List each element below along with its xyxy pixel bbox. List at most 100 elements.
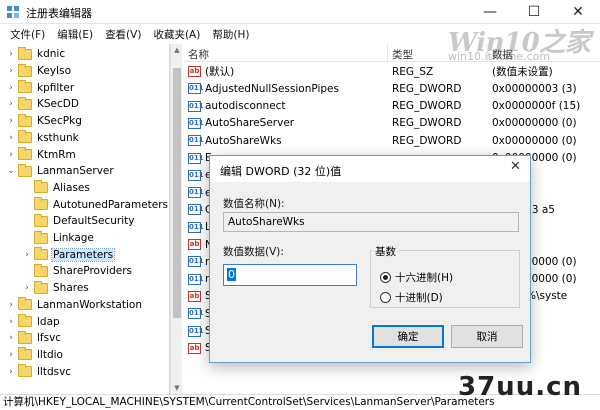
tree-item[interactable]: › KtmRm <box>6 146 77 163</box>
menu-item[interactable]: 收藏夹(A) <box>147 27 206 42</box>
tree-item-label: KSecPkg <box>37 115 82 128</box>
chevron-right-icon[interactable]: › <box>6 333 16 343</box>
chevron-right-icon[interactable]: › <box>6 99 16 109</box>
menu-item[interactable]: 编辑(E) <box>51 27 99 42</box>
value-data-input[interactable]: 0 <box>223 264 357 286</box>
ok-button[interactable]: 确定 <box>372 325 444 348</box>
chevron-right-icon[interactable]: › <box>6 133 16 143</box>
tree-item[interactable]: › lltdsvc <box>6 363 72 380</box>
tree-item-label: kdnic <box>37 48 66 61</box>
chevron-right-icon[interactable]: › <box>6 66 16 76</box>
chevron-right-icon[interactable]: › <box>6 83 16 93</box>
binary-value-icon: 011 <box>188 187 204 199</box>
column-header-name[interactable]: 名称 <box>188 47 209 62</box>
cell-type: REG_DWORD <box>392 100 462 113</box>
radio-dec-circle[interactable] <box>380 292 391 303</box>
tree-item[interactable]: DefaultSecurity <box>22 213 135 230</box>
menu-item[interactable]: 文件(F) <box>4 27 51 42</box>
folder-icon <box>34 213 48 227</box>
value-name-field: AutoShareWks <box>223 212 519 232</box>
tree-item[interactable]: › kdnic <box>6 46 66 63</box>
menu-item[interactable]: 查看(V) <box>99 27 147 42</box>
folder-icon <box>18 163 32 177</box>
tree-item[interactable]: Linkage <box>22 230 95 247</box>
chevron-right-icon[interactable]: › <box>6 367 16 377</box>
tree-item-label: Aliases <box>53 181 90 194</box>
tree-item-label: lltdsvc <box>37 365 72 378</box>
tree-item[interactable]: › kpfilter <box>6 79 75 96</box>
binary-value-icon: 011 <box>188 100 204 112</box>
tree-item-label: ksthunk <box>37 131 79 144</box>
tree-item[interactable]: › Parameters <box>22 246 116 263</box>
tree-item[interactable]: › LanmanWorkstation <box>6 297 143 314</box>
tree-item-label: AutotunedParameters <box>53 198 169 211</box>
tree-item[interactable]: ⌄ LanmanServer <box>6 163 115 180</box>
registry-tree: › kdnic › KeyIso › kpfilter › KSecDD › KSecPkg › ks… <box>0 44 170 394</box>
chevron-down-icon[interactable]: ⌄ <box>6 166 16 176</box>
tree-item[interactable]: Aliases <box>22 180 91 197</box>
chevron-right-icon[interactable]: › <box>6 300 16 310</box>
string-value-icon: ab <box>188 290 201 302</box>
column-header-type[interactable]: 类型 <box>392 47 413 62</box>
tree-item[interactable]: › ksthunk <box>6 130 80 147</box>
radio-hex-label: 十六进制(H) <box>395 272 454 284</box>
tree-item-label: LanmanServer <box>37 165 114 178</box>
cancel-button[interactable]: 取消 <box>451 325 523 348</box>
tree-item[interactable]: › KSecPkg <box>6 113 83 130</box>
tree-scrollbar[interactable]: ▲ ▼ <box>170 44 182 394</box>
tree-item-label: LanmanWorkstation <box>37 298 142 311</box>
column-header-data[interactable]: 数据 <box>492 47 513 62</box>
tree-item-label: KSecDD <box>37 98 79 111</box>
string-value-icon: ab <box>188 239 201 250</box>
minimize-button[interactable]: — <box>468 0 512 24</box>
tree-item[interactable]: › ldap <box>6 313 61 330</box>
maximize-button[interactable]: ☐ <box>512 0 556 24</box>
binary-value-icon: 011 <box>188 83 204 95</box>
value-name-label: 数值名称(N): <box>223 198 285 210</box>
tree-item[interactable]: › lltdio <box>6 347 64 364</box>
chevron-right-icon[interactable]: › <box>22 250 32 260</box>
list-header: 名称 类型 数据 <box>183 44 600 62</box>
folder-icon <box>18 96 32 110</box>
chevron-right-icon[interactable]: › <box>6 150 16 160</box>
table-row[interactable]: 011 AutoShareWks REG_DWORD 0x00000000 (0) <box>183 132 600 149</box>
cell-type: REG_DWORD <box>392 134 462 147</box>
cell-data: 0x00000000 (0) <box>492 117 577 130</box>
scroll-thumb[interactable] <box>173 68 181 318</box>
table-row[interactable]: ab (默认) REG_SZ (数值未设置) <box>183 63 600 80</box>
dialog-close-icon[interactable]: ✕ <box>510 159 521 174</box>
folder-icon <box>34 263 48 277</box>
dialog-body: 数值名称(N): AutoShareWks 数值数据(V): 0 基数 十六进制… <box>210 182 530 362</box>
tree-item[interactable]: › KSecDD <box>6 96 80 113</box>
string-value-icon: ab <box>188 342 201 354</box>
chevron-right-icon[interactable]: › <box>6 49 16 59</box>
radio-decimal[interactable]: 十进制(D) <box>380 290 443 305</box>
menu-item[interactable]: 帮助(H) <box>206 27 255 42</box>
tree-item[interactable]: ShareProviders <box>22 263 133 280</box>
radio-hex-circle[interactable] <box>380 272 391 283</box>
table-row[interactable]: 011 AdjustedNullSessionPipes REG_DWORD 0x00… <box>183 80 600 97</box>
column-divider[interactable] <box>387 44 388 62</box>
tree-item[interactable]: › KeyIso <box>6 63 72 80</box>
cell-data: 0x00000000 (0) <box>492 134 577 147</box>
table-row[interactable]: 011 AutoShareServer REG_DWORD 0x00000000 (0… <box>183 115 600 132</box>
column-divider[interactable] <box>487 44 488 62</box>
chevron-right-icon[interactable]: › <box>22 283 32 293</box>
radio-dec-label: 十进制(D) <box>395 292 443 304</box>
tree-item[interactable]: › lfsvc <box>6 330 62 347</box>
scroll-down-icon[interactable]: ▼ <box>171 384 183 392</box>
scroll-up-icon[interactable]: ▲ <box>171 46 183 54</box>
radio-hexadecimal[interactable]: 十六进制(H) <box>380 270 453 285</box>
binary-value-icon: 011 <box>188 169 204 181</box>
tree-item[interactable]: › Shares <box>22 280 90 297</box>
table-row[interactable]: 011 autodisconnect REG_DWORD 0x0000000f (15… <box>183 98 600 115</box>
chevron-right-icon[interactable]: › <box>6 116 16 126</box>
tree-item[interactable]: AutotunedParameters <box>22 196 169 213</box>
chevron-right-icon[interactable]: › <box>6 317 16 327</box>
base-label: 基数 <box>372 244 399 259</box>
cell-name: AdjustedNullSessionPipes <box>205 82 339 95</box>
close-button[interactable]: ✕ <box>556 0 600 24</box>
chevron-right-icon[interactable]: › <box>6 350 16 360</box>
title-bar: 注册表编辑器 — ☐ ✕ <box>0 0 600 24</box>
folder-icon <box>34 197 48 211</box>
